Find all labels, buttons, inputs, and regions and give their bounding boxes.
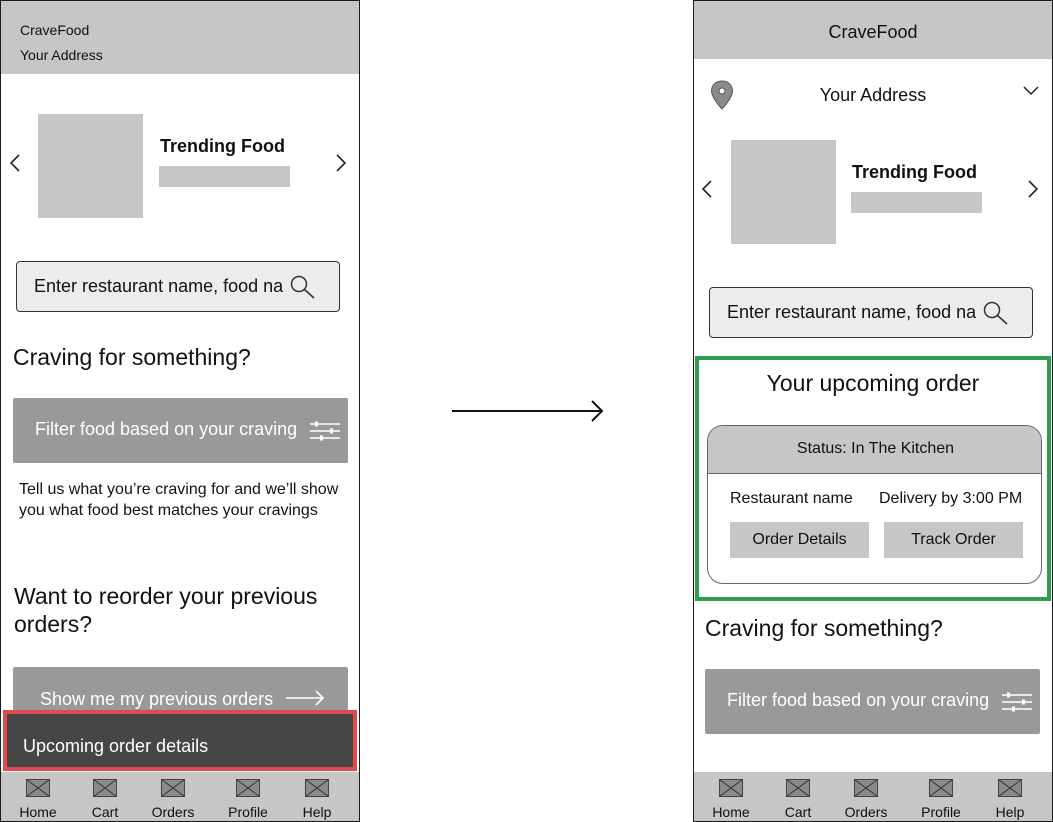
image-placeholder-icon [161,779,185,797]
sliders-icon [1002,692,1032,712]
screen-after: CraveFood Your Address Trending Food You… [693,0,1053,822]
search-icon[interactable] [982,300,1010,326]
sliders-icon [310,421,340,441]
image-placeholder-icon [26,779,50,797]
upcoming-order-section: Your upcoming order Status: In The Kitch… [695,356,1051,601]
reorder-heading: Want to reorder your previous orders? [14,583,318,637]
filter-craving-button[interactable]: Filter food based on your craving [705,669,1040,734]
nav-label-cart: Cart [91,804,119,820]
chevron-left-icon[interactable] [8,153,22,173]
nav-item-cart[interactable]: Cart [73,772,137,821]
search-bar [16,261,340,312]
nav-item-profile[interactable]: Profile [909,772,973,821]
craving-heading: Craving for something? [13,344,251,370]
track-order-button[interactable]: Track Order [884,522,1023,558]
search-icon[interactable] [289,274,317,300]
image-placeholder-icon [236,779,260,797]
arrow-right-icon [286,690,325,706]
nav-label-home: Home [19,804,57,820]
bottom-nav: Home Cart Orders Profile Help [694,772,1052,821]
address-label: Your Address [819,85,927,105]
nav-label-cart: Cart [784,804,812,820]
upcoming-order-title: Your upcoming order [766,370,980,396]
previous-orders-label: Show me my previous orders [40,689,274,709]
nav-item-cart[interactable]: Cart [766,772,830,821]
address-selector[interactable]: Your Address [694,79,1052,113]
delivery-time: Delivery by 3:00 PM [879,490,1023,507]
upcoming-order-card: Status: In The Kitchen Restaurant name D… [707,425,1042,584]
search-input[interactable] [727,300,977,324]
trending-food-title: Trending Food [852,162,977,182]
trending-food-subtitle-placeholder [159,166,290,187]
search-input[interactable] [34,274,284,298]
bottom-nav: Home Cart Orders Profile Help [1,772,359,821]
search-bar [709,287,1033,338]
trending-food-title: Trending Food [160,136,285,156]
app-header: CraveFood [694,1,1052,59]
trending-food-image[interactable] [731,140,836,244]
screen-before: CraveFood Your Address Trending Food Cra… [0,0,360,822]
nav-item-home[interactable]: Home [6,772,70,821]
upcoming-order-toast-label: Upcoming order details [23,736,209,756]
address-label[interactable]: Your Address [20,47,103,63]
nav-label-profile: Profile [228,804,268,820]
nav-label-home: Home [712,804,750,820]
order-details-button[interactable]: Order Details [730,522,869,558]
nav-label-profile: Profile [921,804,961,820]
nav-label-orders: Orders [151,804,195,820]
image-placeholder-icon [998,779,1022,797]
image-placeholder-icon [719,779,743,797]
filter-craving-label: Filter food based on your craving [727,690,990,710]
nav-item-help[interactable]: Help [285,772,349,821]
app-name: CraveFood [828,22,918,42]
filter-craving-label: Filter food based on your craving [35,419,298,439]
image-placeholder-icon [854,779,878,797]
nav-item-orders[interactable]: Orders [141,772,205,821]
image-placeholder-icon [786,779,810,797]
trending-food-image[interactable] [38,114,143,218]
image-placeholder-icon [305,779,329,797]
chevron-down-icon[interactable] [1022,82,1040,100]
restaurant-name: Restaurant name [730,490,853,507]
order-status: Status: In The Kitchen [708,426,1041,474]
image-placeholder-icon [929,779,953,797]
nav-label-help: Help [302,804,332,820]
app-name: CraveFood [20,22,90,38]
image-placeholder-icon [93,779,117,797]
nav-item-orders[interactable]: Orders [834,772,898,821]
filter-craving-button[interactable]: Filter food based on your craving [13,398,348,463]
craving-heading: Craving for something? [705,615,943,641]
upcoming-order-toast[interactable]: Upcoming order details [3,710,357,771]
nav-label-orders: Orders [844,804,888,820]
nav-label-help: Help [995,804,1025,820]
right-arrow-icon [452,400,604,422]
chevron-right-icon[interactable] [334,153,348,173]
app-header: CraveFood Your Address [1,1,359,74]
chevron-left-icon[interactable] [700,179,714,199]
craving-description: Tell us what you’re craving for and we’l… [19,481,339,519]
chevron-right-icon[interactable] [1026,179,1040,199]
nav-item-home[interactable]: Home [699,772,763,821]
nav-item-help[interactable]: Help [978,772,1042,821]
trending-food-subtitle-placeholder [851,192,982,213]
nav-item-profile[interactable]: Profile [216,772,280,821]
